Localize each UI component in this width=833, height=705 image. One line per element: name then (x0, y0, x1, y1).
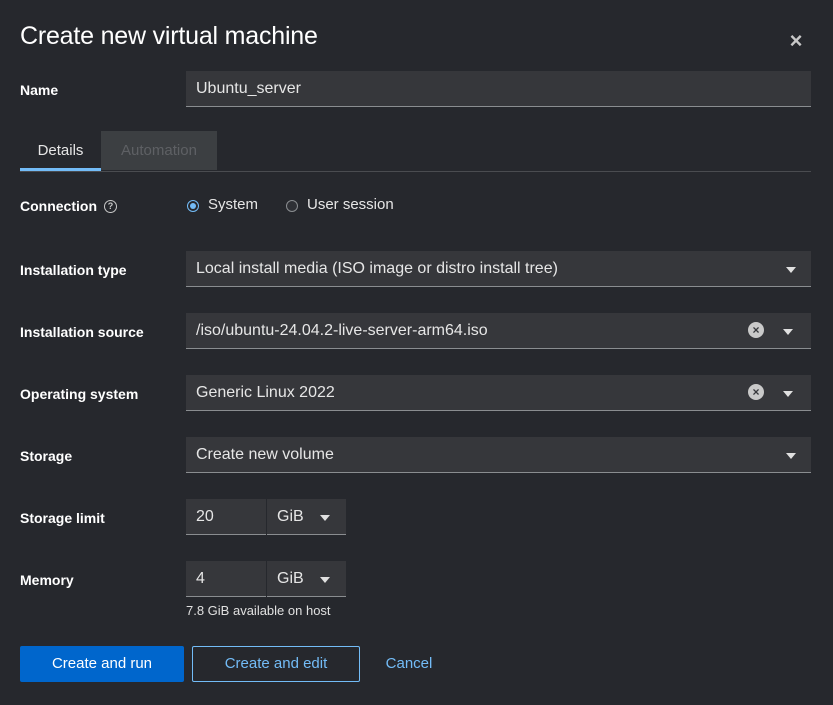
dialog-title: Create new virtual machine (20, 22, 318, 50)
close-icon[interactable]: × (786, 30, 806, 52)
clear-icon[interactable]: × (748, 322, 764, 338)
installation-type-select[interactable]: Local install media (ISO image or distro… (186, 251, 811, 287)
operating-system-label: Operating system (20, 386, 139, 402)
installation-type-value: Local install media (ISO image or distro… (196, 260, 558, 277)
memory-label: Memory (20, 572, 74, 588)
name-label: Name (20, 82, 59, 98)
storage-limit-input[interactable]: 20 (186, 499, 266, 535)
chevron-down-icon[interactable] (783, 329, 793, 335)
storage-value: Create new volume (196, 446, 334, 463)
operating-system-combobox[interactable]: Generic Linux 2022 × (186, 375, 811, 411)
installation-source-combobox[interactable]: /iso/ubuntu-24.04.2-live-server-arm64.is… (186, 313, 811, 349)
operating-system-value: Generic Linux 2022 (196, 384, 335, 401)
installation-type-label: Installation type (20, 262, 127, 278)
memory-unit: GiB (277, 570, 304, 587)
storage-limit-value: 20 (196, 508, 214, 525)
memory-unit-select[interactable]: GiB (267, 561, 346, 597)
tab-automation[interactable]: Automation (101, 131, 217, 170)
radio-user-session[interactable] (286, 200, 298, 212)
storage-limit-unit: GiB (277, 508, 304, 525)
storage-limit-label: Storage limit (20, 510, 105, 526)
create-and-edit-button[interactable]: Create and edit (192, 646, 360, 682)
help-icon[interactable]: ? (104, 200, 117, 213)
chevron-down-icon[interactable] (783, 391, 793, 397)
storage-limit-unit-select[interactable]: GiB (267, 499, 346, 535)
memory-hint: 7.8 GiB available on host (186, 603, 331, 618)
name-input[interactable]: Ubuntu_server (186, 71, 811, 107)
tab-details[interactable]: Details (20, 131, 101, 171)
memory-input[interactable]: 4 (186, 561, 266, 597)
chevron-down-icon[interactable] (786, 267, 796, 273)
chevron-down-icon[interactable] (786, 453, 796, 459)
name-input-value: Ubuntu_server (196, 80, 301, 97)
chevron-down-icon[interactable] (320, 577, 330, 583)
storage-select[interactable]: Create new volume (186, 437, 811, 473)
storage-label: Storage (20, 448, 73, 464)
create-and-run-button[interactable]: Create and run (20, 646, 184, 682)
installation-source-label: Installation source (20, 324, 144, 340)
radio-user-session-label[interactable]: User session (307, 196, 394, 213)
radio-system-label[interactable]: System (208, 196, 258, 213)
clear-icon[interactable]: × (748, 384, 764, 400)
tab-bar: Details Automation (20, 131, 811, 172)
installation-source-value: /iso/ubuntu-24.04.2-live-server-arm64.is… (196, 322, 488, 339)
radio-system[interactable] (187, 200, 199, 212)
memory-value: 4 (196, 570, 205, 587)
cancel-button[interactable]: Cancel (376, 646, 442, 682)
chevron-down-icon[interactable] (320, 515, 330, 521)
connection-label: Connection (20, 198, 97, 214)
